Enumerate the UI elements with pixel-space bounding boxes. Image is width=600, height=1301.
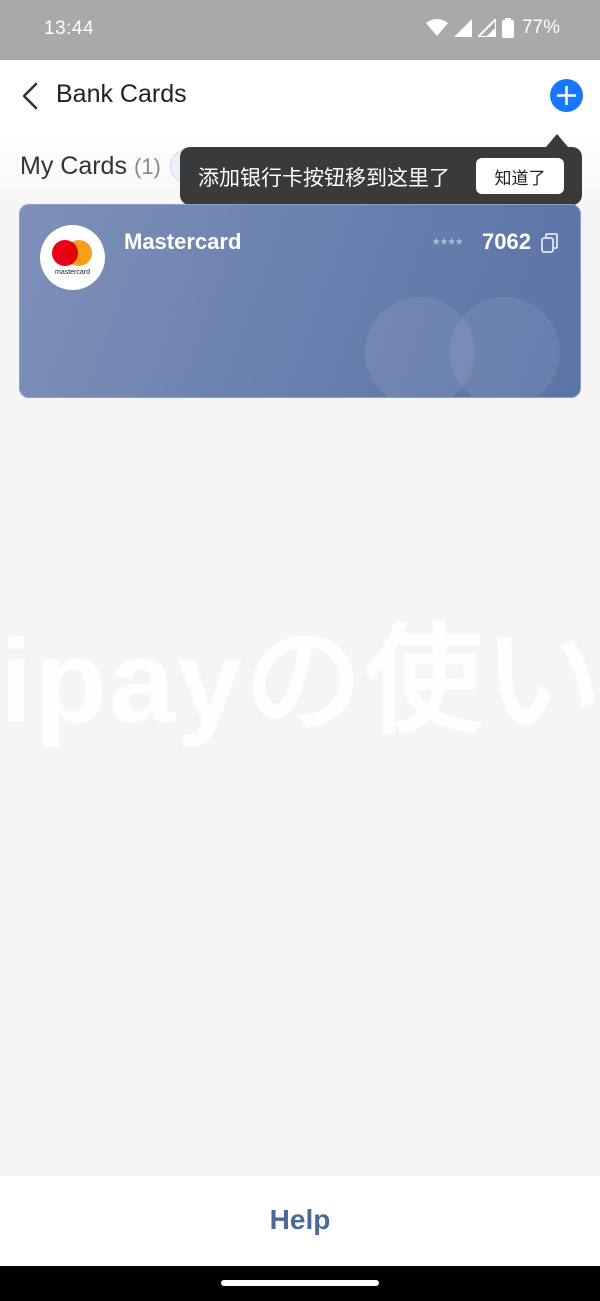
help-button[interactable]: Help bbox=[0, 1204, 600, 1236]
status-bar: 13:44 77% bbox=[0, 0, 600, 60]
nav-bar: Bank Cards bbox=[0, 60, 600, 132]
back-button[interactable] bbox=[14, 78, 46, 114]
tooltip-arrow bbox=[546, 134, 568, 147]
chevron-left-icon bbox=[22, 82, 38, 110]
card-count: (1) bbox=[134, 154, 161, 179]
mastercard-logo: mastercard bbox=[40, 225, 105, 290]
add-card-button[interactable] bbox=[550, 79, 583, 112]
status-time: 13:44 bbox=[44, 18, 95, 39]
add-button-tooltip: 添加银行卡按钮移到这里了 知道了 bbox=[180, 147, 582, 205]
home-gesture-handle[interactable] bbox=[221, 1280, 379, 1286]
mastercard-logo-text: mastercard bbox=[54, 269, 90, 276]
tooltip-dismiss-button[interactable]: 知道了 bbox=[476, 158, 564, 194]
card-last-four: 7062 bbox=[482, 229, 531, 254]
battery-icon bbox=[501, 18, 514, 38]
card-brand-name: Mastercard bbox=[124, 229, 242, 254]
mastercard-yellow-circle bbox=[66, 240, 92, 266]
copy-icon bbox=[541, 233, 558, 253]
bank-card[interactable]: mastercard Mastercard **** 7062 bbox=[19, 204, 581, 398]
status-icons: 77% bbox=[425, 17, 560, 39]
plus-icon bbox=[557, 86, 576, 105]
signal-icon bbox=[477, 19, 496, 37]
copy-button[interactable] bbox=[540, 232, 560, 254]
wifi-icon bbox=[425, 19, 448, 36]
help-footer: Help bbox=[0, 1176, 600, 1266]
tooltip-text: 添加银行卡按钮移到这里了 bbox=[198, 167, 450, 190]
page-title: Bank Cards bbox=[56, 80, 187, 108]
signal-icon bbox=[453, 19, 472, 37]
gesture-nav-bar bbox=[0, 1266, 600, 1301]
watermark-text: ipayの使い bbox=[0, 616, 600, 748]
section-title: My Cards bbox=[20, 152, 127, 180]
card-number-mask: **** bbox=[433, 235, 464, 254]
battery-percent: 77% bbox=[521, 17, 560, 38]
card-decoration bbox=[365, 297, 560, 397]
